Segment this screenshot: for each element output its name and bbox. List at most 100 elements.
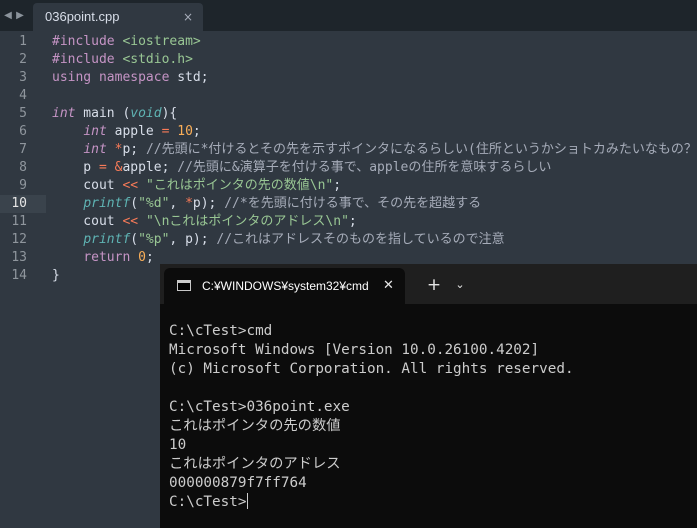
code-token: ; [333, 178, 342, 193]
code-token: apple [106, 124, 162, 139]
code-token: p); [192, 196, 225, 211]
code-token: "\nこれはポインタのアドレス\n" [145, 214, 349, 229]
code-token: using namespace [52, 70, 178, 85]
line-number: 3 [19, 70, 27, 85]
terminal-line: C:\cTest> [169, 493, 249, 512]
terminal-line-text: これはポインタのアドレス [169, 456, 341, 472]
code-token: //先頭に&演算子を付ける事で、appleの住所を意味するらしい [177, 160, 552, 175]
code-token: #include [52, 52, 123, 67]
code-token: std; [177, 70, 209, 85]
code-token: ; [348, 214, 357, 229]
file-tab-title: 036point.cpp [45, 9, 120, 24]
new-tab-plus-icon[interactable]: + [424, 268, 444, 302]
editor-tab-bar: ◀ ▶ 036point.cpp × [0, 0, 697, 31]
close-terminal-tab-icon[interactable]: ✕ [383, 268, 394, 304]
code-token: 10 [177, 124, 193, 139]
nav-next-icon[interactable]: ▶ [12, 0, 28, 31]
code-token: int [52, 106, 76, 121]
code-token: printf [83, 196, 131, 211]
terminal-line: (c) Microsoft Corporation. All rights re… [169, 360, 574, 379]
terminal-line-text: C:\cTest> [169, 494, 247, 510]
code-line: int *p; //先頭に*付けるとその先を示すポインタになるらしい(住所という… [52, 141, 697, 159]
code-line: printf("%d", *p); //*を先頭に付ける事で、その先を超越する [52, 195, 481, 213]
code-line: cout << "これはポインタの先の数値\n"; [52, 177, 341, 195]
code-token: ( [130, 232, 139, 247]
text-cursor [247, 493, 249, 509]
code-token: printf [83, 232, 131, 247]
line-number: 1 [19, 34, 27, 49]
line-number: 6 [19, 124, 27, 139]
code-token: , p); [169, 232, 217, 247]
terminal-line-text: Microsoft Windows [Version 10.0.26100.42… [169, 342, 540, 358]
code-line: #include <iostream> [52, 33, 201, 51]
code-token: } [52, 268, 60, 283]
code-token: << [122, 214, 139, 229]
code-token: <stdio.h> [122, 52, 193, 67]
code-token: int [83, 142, 107, 157]
terminal-line-text: 10 [169, 437, 187, 453]
code-line: cout << "\nこれはポインタのアドレス\n"; [52, 213, 357, 231]
code-token: , [169, 196, 186, 211]
terminal-line: C:\cTest>036point.exe [169, 398, 350, 417]
code-line: int main (void){ [52, 105, 177, 123]
code-token: cout [52, 214, 123, 229]
terminal-line-text: これはポインタの先の数値 [169, 418, 341, 434]
code-token: "%p" [138, 232, 170, 247]
code-line: } [52, 267, 60, 285]
terminal-tab-title: C:¥WINDOWS¥system32¥cmd [202, 279, 369, 293]
line-number: 9 [19, 178, 27, 193]
code-token: << [122, 178, 139, 193]
cmd-icon [177, 280, 191, 291]
file-tab-036point[interactable]: 036point.cpp × [33, 3, 203, 31]
code-token: 0 [138, 250, 146, 265]
line-number: 10 [11, 196, 27, 211]
line-number: 4 [19, 88, 27, 103]
code-token: void [130, 106, 162, 121]
code-token: //先頭に*付けるとその先を示すポインタになるらしい(住所というかショトカみたい… [145, 142, 697, 157]
cmd-terminal-window[interactable]: C:¥WINDOWS¥system32¥cmd ✕ + ⌄ C:\cTest>c… [160, 264, 697, 528]
code-line: printf("%p", p); //これはアドレスそのものを指しているので注意 [52, 231, 505, 249]
code-token: * [185, 196, 193, 211]
code-token: ){ [161, 106, 178, 121]
terminal-line: これはポインタの先の数値 [169, 417, 341, 436]
code-token: ; [192, 124, 201, 139]
close-tab-icon[interactable]: × [183, 3, 193, 31]
code-token: ; [145, 250, 154, 265]
line-number: 5 [19, 106, 27, 121]
code-token: "これはポインタの先の数値\n" [145, 178, 334, 193]
code-token: = [98, 160, 107, 175]
terminal-line-text: C:\cTest>036point.exe [169, 399, 350, 415]
code-line: p = &apple; //先頭に&演算子を付ける事で、appleの住所を意味す… [52, 159, 551, 177]
code-token: main [75, 106, 123, 121]
code-line: #include <stdio.h> [52, 51, 193, 69]
terminal-titlebar: C:¥WINDOWS¥system32¥cmd ✕ + ⌄ [160, 264, 697, 304]
code-token: p [52, 160, 99, 175]
line-number: 13 [11, 250, 27, 265]
line-number: 8 [19, 160, 27, 175]
terminal-tab[interactable]: C:¥WINDOWS¥system32¥cmd ✕ [164, 268, 405, 304]
tab-dropdown-chevron-icon[interactable]: ⌄ [452, 268, 468, 302]
code-token: //*を先頭に付ける事で、その先を超越する [224, 196, 482, 211]
code-token: p; [122, 142, 146, 157]
code-token: int [83, 124, 107, 139]
code-line: int apple = 10; [52, 123, 201, 141]
line-number: 12 [11, 232, 27, 247]
terminal-line: 10 [169, 436, 186, 455]
code-token: "%d" [138, 196, 170, 211]
code-token: ( [130, 196, 139, 211]
code-token: return [83, 250, 131, 265]
line-number: 7 [19, 142, 27, 157]
terminal-line-text: 000000879f7ff764 [169, 475, 307, 491]
code-token: <iostream> [122, 34, 201, 49]
line-number: 2 [19, 52, 27, 67]
code-token: //これはアドレスそのものを指しているので注意 [216, 232, 505, 247]
